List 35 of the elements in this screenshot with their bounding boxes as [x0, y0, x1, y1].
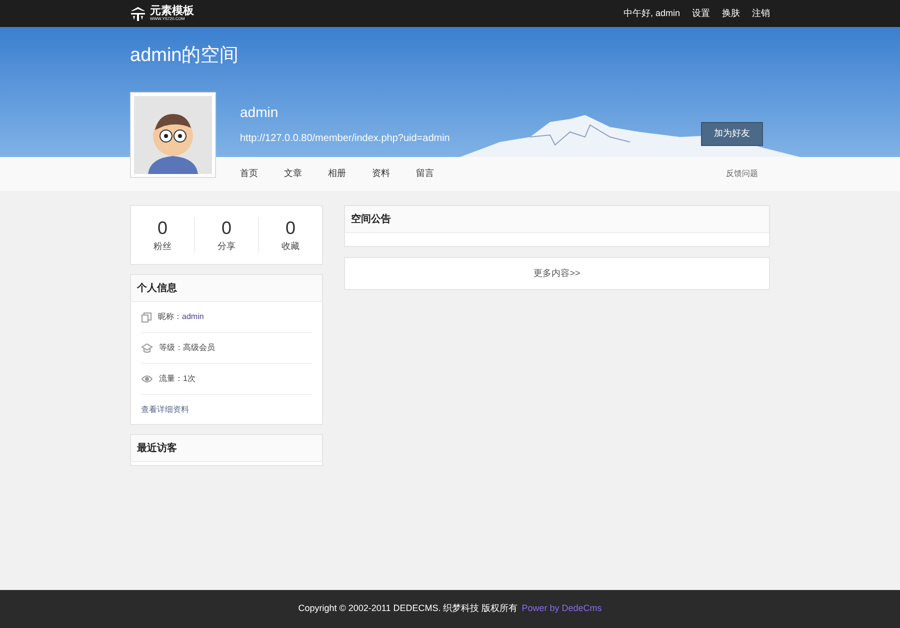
- details-link[interactable]: 查看详细资料: [141, 404, 189, 416]
- stat-count: 0: [221, 217, 232, 240]
- powered-by-link[interactable]: Power by DedeCms: [522, 602, 602, 616]
- top-link[interactable]: 换肤: [722, 6, 740, 20]
- stat-label: 收藏: [282, 240, 300, 252]
- stat-count: 0: [157, 217, 168, 240]
- eye-icon: [141, 375, 153, 383]
- info-text: 流量：1次: [159, 373, 196, 385]
- nav-tab[interactable]: 文章: [284, 167, 302, 181]
- add-friend-button[interactable]: 加为好友: [701, 122, 763, 146]
- top-link[interactable]: 设置: [692, 6, 710, 20]
- top-link[interactable]: 注销: [752, 6, 770, 20]
- logo-icon: [130, 6, 146, 22]
- logo-text: 元素模板: [150, 6, 194, 17]
- profile-card-icon: [141, 312, 152, 322]
- copyright-text: Copyright © 2002-2011 DEDECMS. 织梦科技 版权所有: [298, 602, 518, 616]
- space-title: admin的空间: [130, 44, 240, 68]
- username: admin: [240, 103, 278, 122]
- stat-label: 粉丝: [154, 240, 172, 252]
- graduation-cap-icon: [141, 343, 153, 353]
- nav-tab[interactable]: 留言: [416, 167, 434, 181]
- feedback-link[interactable]: 反馈问题: [726, 168, 758, 180]
- card-title: 最近访客: [137, 441, 177, 456]
- more-content-button[interactable]: 更多内容>>: [344, 257, 770, 290]
- info-text: 昵称：admin: [158, 311, 204, 323]
- nav-tab[interactable]: 首页: [240, 167, 258, 181]
- nav-tab[interactable]: 资料: [372, 167, 390, 181]
- greeting-text: 中午好, admin: [623, 6, 680, 20]
- space-url: http://127.0.0.80/member/index.php?uid=admin: [240, 132, 450, 146]
- nav-tab[interactable]: 相册: [328, 167, 346, 181]
- stat-count: 0: [285, 217, 296, 240]
- info-text: 等级：高级会员: [159, 342, 215, 354]
- card-title: 空间公告: [351, 212, 391, 226]
- card-title: 个人信息: [137, 282, 177, 296]
- stat-label: 分享: [218, 240, 236, 252]
